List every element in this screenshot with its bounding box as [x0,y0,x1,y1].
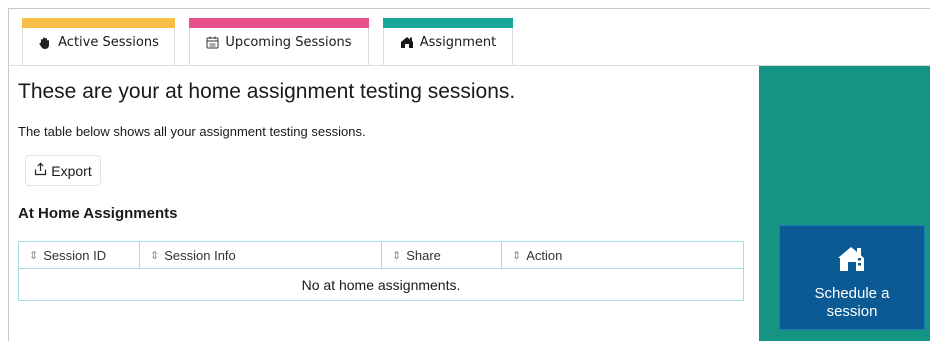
column-header-action[interactable]: ⇕ Action [502,242,743,268]
tab-color-bar [189,18,369,28]
tab-upcoming-sessions[interactable]: Upcoming Sessions [189,18,369,66]
sort-icon: ⇕ [150,249,160,262]
section-title: At Home Assignments [18,205,178,222]
export-icon [34,162,47,179]
tab-label: Assignment [419,35,497,50]
home-icon [400,36,414,49]
column-label: Share [406,247,441,263]
sort-icon: ⇕ [512,249,522,262]
column-label: Session ID [43,247,107,263]
table-header: ⇕ Session ID ⇕ Session Info ⇕ Share ⇕ Ac… [19,242,743,269]
page-title: These are your at home assignment testin… [18,80,516,103]
tab-assignment[interactable]: Assignment [383,18,513,66]
tab-color-bar [22,18,175,28]
tab-active-sessions[interactable]: Active Sessions [22,18,175,66]
schedule-session-label: Schedule a session [814,285,890,320]
sort-icon: ⇕ [392,249,402,262]
assignments-table: ⇕ Session ID ⇕ Session Info ⇕ Share ⇕ Ac… [18,241,744,301]
column-label: Session Info [164,247,236,263]
tab-label: Active Sessions [58,35,159,50]
column-header-session-id[interactable]: ⇕ Session ID [19,242,140,268]
home-icon [837,246,867,277]
column-header-share[interactable]: ⇕ Share [382,242,502,268]
page-subtitle: The table below shows all your assignmen… [18,124,366,139]
schedule-session-button[interactable]: Schedule a session [779,225,925,330]
empty-table-message: No at home assignments. [301,276,461,293]
calendar-icon [206,36,219,49]
hand-icon [38,36,52,50]
sort-icon: ⇕ [29,249,39,262]
tab-label: Upcoming Sessions [225,35,352,50]
export-button[interactable]: Export [25,155,101,186]
column-header-session-info[interactable]: ⇕ Session Info [140,242,382,268]
tab-color-bar [383,18,513,28]
column-label: Action [526,247,563,263]
export-label: Export [51,162,92,179]
